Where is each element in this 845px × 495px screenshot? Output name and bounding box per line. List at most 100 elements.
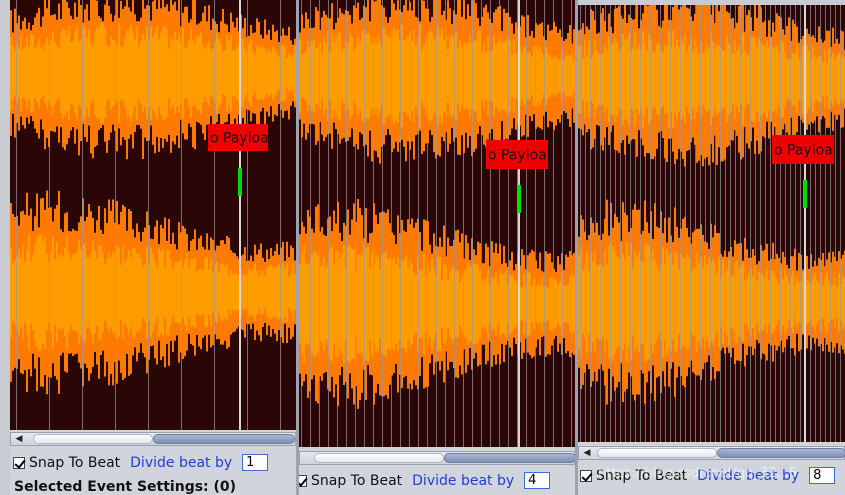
beat-line [355, 0, 356, 447]
waveform-sample [62, 256, 64, 329]
waveform-sample [758, 272, 760, 333]
waveform-sample [254, 263, 256, 322]
divide-beat-input[interactable] [242, 454, 269, 471]
waveform-sample [828, 281, 830, 323]
waveform-sample [433, 39, 435, 113]
event-marker[interactable] [517, 185, 521, 213]
waveform-sample [511, 53, 513, 99]
waveform-sample [98, 245, 100, 340]
scroll-track[interactable] [597, 448, 717, 458]
waveform-sample [371, 252, 373, 356]
horizontal-scrollbar[interactable]: ◀ [10, 432, 296, 446]
waveform-sample [407, 266, 409, 342]
waveform-view[interactable]: o Payloa [578, 5, 845, 442]
horizontal-scrollbar[interactable] [299, 451, 575, 465]
divide-beat-input[interactable] [809, 467, 836, 484]
beat-line [615, 5, 616, 442]
scroll-left-icon[interactable]: ◀ [579, 447, 595, 459]
waveform-sample [598, 53, 600, 106]
waveform-sample [274, 50, 276, 96]
waveform-sample [307, 264, 309, 344]
editor-panel-2: o Payloa Snap To Beat Divide beat by [299, 0, 575, 495]
snap-to-beat-checkbox[interactable] [13, 456, 25, 469]
beat-line [553, 0, 554, 447]
waveform-sample [244, 274, 246, 310]
snap-to-beat-checkbox[interactable] [580, 469, 592, 482]
beat-line [610, 5, 611, 442]
waveform-sample [415, 46, 417, 106]
scroll-left-icon[interactable]: ◀ [11, 433, 27, 445]
waveform-sample [598, 264, 600, 340]
waveform-sample [539, 46, 541, 106]
waveform-sample [389, 258, 391, 350]
beat-line [695, 5, 696, 442]
waveform-sample [828, 49, 830, 110]
waveform-sample [557, 59, 559, 93]
waveform-sample [264, 47, 266, 99]
waveform-sample [56, 242, 58, 343]
waveform-sample [682, 42, 684, 117]
waveform-sample [618, 50, 620, 109]
waveform-sample [210, 258, 212, 327]
waveform-sample [497, 284, 499, 324]
waveform-sample [20, 34, 22, 113]
scroll-track[interactable] [33, 434, 153, 444]
waveform-sample [317, 47, 319, 105]
beat-line [463, 0, 464, 447]
waveform-sample [479, 31, 481, 121]
waveform-sample [102, 23, 104, 124]
waveform-sample [12, 263, 14, 322]
waveform-sample [236, 46, 238, 100]
waveform-sample [415, 275, 417, 333]
waveform-sample [491, 50, 493, 102]
waveform-sample [692, 268, 694, 336]
waveform-sample [716, 273, 718, 331]
scroll-thumb[interactable] [153, 434, 295, 444]
waveform-sample [842, 55, 844, 104]
waveform-sample [433, 268, 435, 339]
waveform-sample [505, 270, 507, 338]
waveform-sample [491, 278, 493, 330]
event-marker[interactable] [238, 168, 242, 196]
waveform-sample [588, 40, 590, 119]
waveform-sample [40, 47, 42, 99]
waveform-sample [563, 59, 565, 93]
waveform-sample [606, 49, 608, 109]
beat-line [16, 0, 17, 430]
waveform-sample [359, 253, 361, 355]
horizontal-scrollbar[interactable]: ◀ [578, 446, 845, 460]
waveform-view[interactable]: o Payloa [299, 0, 575, 447]
waveform-sample [646, 50, 648, 109]
waveform-sample [260, 269, 262, 315]
beat-line [454, 0, 455, 447]
waveform-sample [274, 266, 276, 319]
waveform-sample [531, 285, 533, 323]
waveform-sample [686, 51, 688, 107]
waveform-sample [648, 245, 650, 360]
event-marker[interactable] [803, 180, 807, 208]
scroll-thumb[interactable] [444, 453, 575, 463]
waveform-sample [80, 249, 82, 336]
waveform-view[interactable]: o Payloa [10, 0, 296, 430]
waveform-sample [758, 36, 760, 122]
waveform-sample [323, 38, 325, 114]
snap-to-beat-checkbox[interactable] [299, 474, 307, 487]
beat-line [800, 5, 801, 442]
waveform-sample [196, 37, 198, 109]
waveform-sample [122, 46, 124, 101]
waveform-sample [762, 44, 764, 115]
waveform-sample [592, 261, 594, 343]
beat-line [214, 0, 215, 430]
beat-line [645, 5, 646, 442]
divide-beat-input[interactable] [524, 472, 551, 489]
beat-line [364, 0, 365, 447]
scroll-thumb[interactable] [717, 448, 845, 458]
waveform-sample [736, 260, 738, 344]
waveform-sample [551, 277, 553, 331]
waveform-sample [126, 29, 128, 117]
waveform-sample [726, 268, 728, 336]
scroll-track[interactable] [314, 453, 444, 463]
waveform-sample [110, 36, 112, 110]
waveform-sample [379, 269, 381, 339]
waveform-sample [76, 26, 78, 120]
